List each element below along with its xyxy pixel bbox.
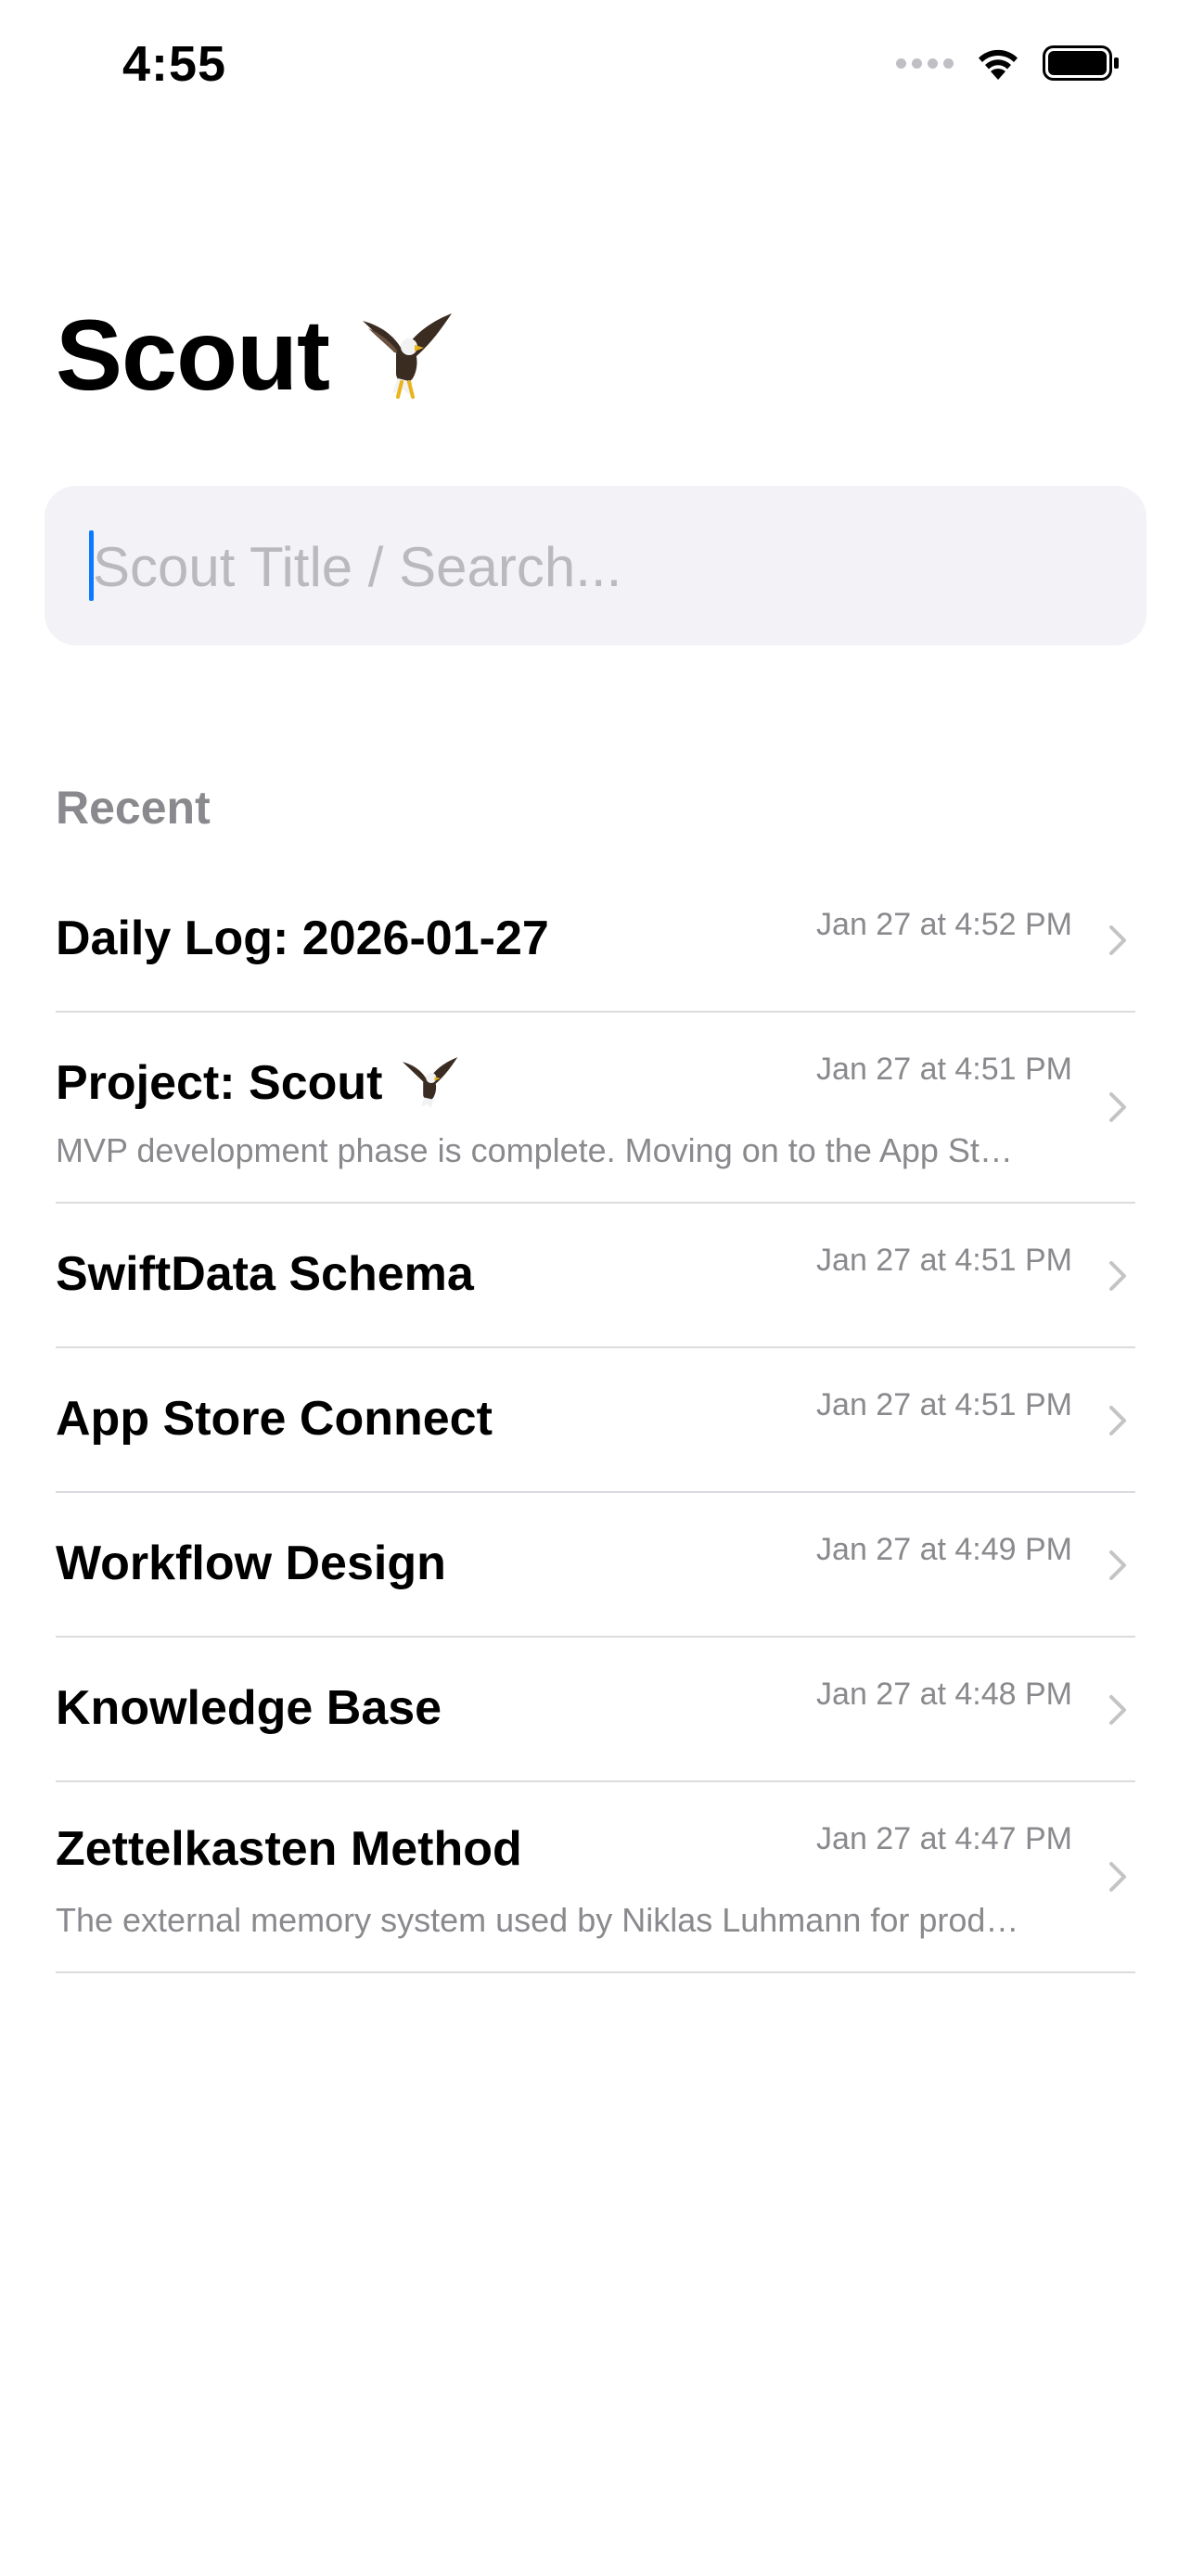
list-item[interactable]: Daily Log: 2026-01-27 Jan 27 at 4:52 PM [56,868,1135,1013]
list-item[interactable]: Zettelkasten Method Jan 27 at 4:47 PM Th… [56,1782,1135,1973]
list-item-date: Jan 27 at 4:51 PM [816,1387,1072,1422]
eagle-icon [363,312,453,399]
search-input[interactable] [91,486,1115,647]
list-item-title: Knowledge Base [56,1680,442,1736]
list-item-title-text: Daily Log: 2026-01-27 [56,912,549,965]
list-item-title-text: Project: Scout [56,1056,383,1110]
wifi-icon [979,49,1018,80]
chevron-right-icon [1109,1092,1126,1122]
list-item[interactable]: Project: Scout Jan 27 at 4:51 PM MVP dev… [56,1013,1135,1204]
battery-icon [1043,45,1119,81]
list-item-date: Jan 27 at 4:49 PM [816,1532,1072,1567]
status-time: 4:55 [122,36,227,92]
signal-dots-icon [896,57,954,69]
list-item-title-text: App Store Connect [56,1392,493,1446]
list-item-preview: MVP development phase is complete. Movin… [56,1131,1013,1169]
list-item-title: Daily Log: 2026-01-27 [56,911,549,966]
list-item-title: Workflow Design [56,1536,446,1591]
page-title: Scout [56,297,457,413]
list-item-date: Jan 27 at 4:47 PM [816,1821,1072,1856]
search-box[interactable] [45,486,1146,647]
chevron-right-icon [1109,925,1126,955]
list-item[interactable]: Knowledge Base Jan 27 at 4:48 PM [56,1638,1135,1782]
status-icons [896,45,1121,82]
list-item-date: Jan 27 at 4:48 PM [816,1677,1072,1712]
chevron-right-icon [1109,1406,1126,1435]
list-item-date: Jan 27 at 4:51 PM [816,1243,1072,1278]
chevron-right-icon [1109,1862,1126,1892]
recent-list: Daily Log: 2026-01-27 Jan 27 at 4:52 PM … [56,868,1135,1973]
chevron-right-icon [1109,1550,1126,1580]
list-item[interactable]: Workflow Design Jan 27 at 4:49 PM [56,1493,1135,1638]
section-header-recent: Recent [56,782,211,834]
list-item-title-text: SwiftData Schema [56,1247,474,1301]
list-item-title-text: Zettelkasten Method [56,1822,522,1876]
list-item[interactable]: SwiftData Schema Jan 27 at 4:51 PM [56,1204,1135,1348]
page-title-text: Scout [56,299,330,411]
list-item-title: Project: Scout [56,1052,461,1115]
list-item-date: Jan 27 at 4:52 PM [816,907,1072,942]
list-item-title-text: Knowledge Base [56,1681,442,1735]
list-item[interactable]: App Store Connect Jan 27 at 4:51 PM [56,1348,1135,1493]
list-item-title: App Store Connect [56,1391,493,1447]
eagle-icon [402,1057,457,1108]
status-bar: 4:55 [0,0,1191,139]
list-item-title: Zettelkasten Method [56,1821,522,1877]
chevron-right-icon [1109,1695,1126,1725]
list-item-preview: The external memory system used by Nikla… [56,1901,1019,1939]
list-item-date: Jan 27 at 4:51 PM [816,1052,1072,1087]
list-item-title: SwiftData Schema [56,1246,474,1302]
chevron-right-icon [1109,1261,1126,1291]
list-item-title-text: Workflow Design [56,1537,446,1590]
